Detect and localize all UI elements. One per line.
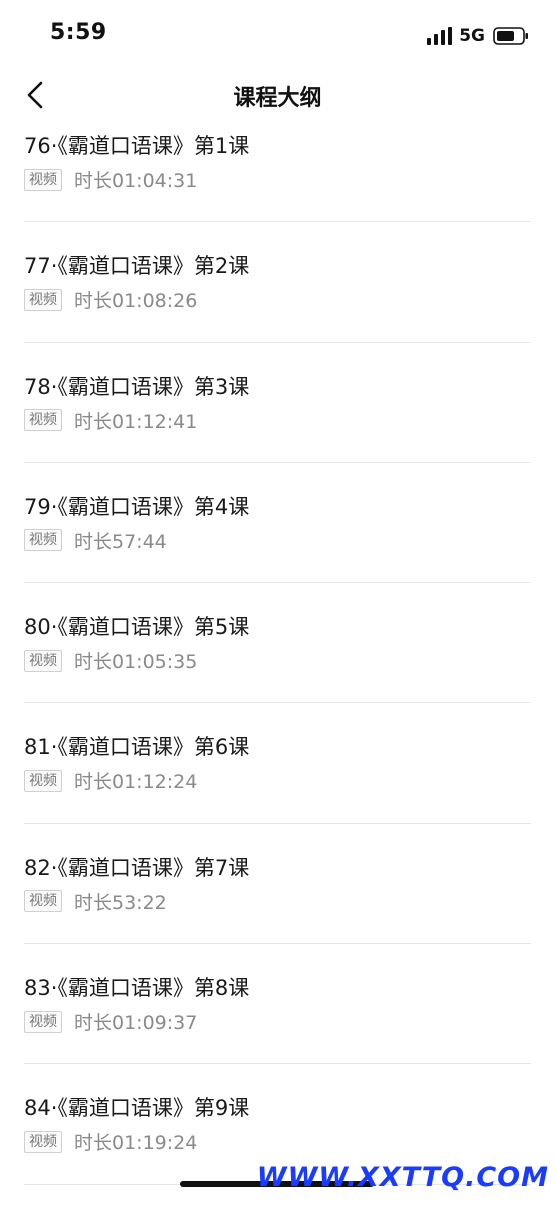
- lesson-duration: 时长01:12:24: [74, 771, 198, 794]
- lesson-duration: 时长01:05:35: [74, 651, 198, 674]
- video-type-badge: 视频: [24, 649, 62, 672]
- lesson-title: 81·《霸道口语课》第6课: [24, 735, 250, 760]
- network-label: 5G: [459, 26, 485, 46]
- lesson-duration: 时长53:22: [74, 891, 167, 914]
- lesson-list: 76·《霸道口语课》第1课 视频 时长01:04:31 77·《霸道口语课》第2…: [0, 128, 555, 1211]
- divider: [24, 582, 531, 584]
- lesson-item[interactable]: 83·《霸道口语课》第8课 视频 时长01:09:37: [0, 970, 555, 1090]
- watermark: WWW.XXTTQ.COM: [256, 1162, 549, 1193]
- lesson-title: 84·《霸道口语课》第9课: [24, 1096, 250, 1121]
- lesson-item[interactable]: 76·《霸道口语课》第1课 视频 时长01:04:31: [0, 128, 555, 248]
- video-type-badge: 视频: [24, 409, 62, 432]
- lesson-meta: 视频 时长01:09:37: [24, 1008, 197, 1035]
- nav-bar: 课程大纲: [0, 66, 555, 124]
- status-time: 5:59: [50, 20, 107, 45]
- lesson-duration: 时长01:12:41: [74, 410, 198, 433]
- lesson-meta: 视频 时长53:22: [24, 888, 167, 915]
- lesson-item[interactable]: 80·《霸道口语课》第5课 视频 时长01:05:35: [0, 609, 555, 729]
- lesson-meta: 视频 时长01:12:24: [24, 767, 197, 794]
- battery-icon: [493, 27, 528, 45]
- video-type-badge: 视频: [24, 1010, 62, 1033]
- video-type-badge: 视频: [24, 288, 62, 311]
- status-bar: 5:59 5G: [0, 0, 555, 66]
- lesson-title: 83·《霸道口语课》第8课: [24, 976, 250, 1001]
- lesson-meta: 视频 时长57:44: [24, 527, 167, 554]
- lesson-duration: 时长01:04:31: [74, 170, 198, 192]
- lesson-title: 77·《霸道口语课》第2课: [24, 254, 250, 279]
- video-type-badge: 视频: [24, 1130, 62, 1153]
- lesson-title: 80·《霸道口语课》第5课: [24, 615, 250, 640]
- lesson-title: 79·《霸道口语课》第4课: [24, 494, 250, 519]
- lesson-duration: 时长01:09:37: [74, 1012, 198, 1035]
- page-title: 课程大纲: [233, 86, 322, 111]
- lesson-item[interactable]: 82·《霸道口语课》第7课 视频 时长53:22: [0, 850, 555, 970]
- divider: [24, 461, 531, 463]
- lesson-title: 76·《霸道口语课》第1课: [24, 134, 250, 158]
- lesson-item[interactable]: 81·《霸道口语课》第6课 视频 时长01:12:24: [0, 729, 555, 849]
- video-type-badge: 视频: [24, 168, 62, 191]
- lesson-meta: 视频 时长01:19:24: [24, 1128, 197, 1155]
- lesson-meta: 视频 时长01:05:35: [24, 647, 197, 674]
- lesson-duration: 时长01:08:26: [74, 290, 198, 313]
- signal-bars-icon: [427, 27, 453, 45]
- lesson-duration: 时长01:19:24: [74, 1132, 198, 1155]
- status-indicators: 5G: [427, 24, 529, 48]
- lesson-item[interactable]: 79·《霸道口语课》第4课 视频 时长57:44: [0, 489, 555, 609]
- video-type-badge: 视频: [24, 529, 62, 552]
- lesson-title: 78·《霸道口语课》第3课: [24, 374, 250, 399]
- divider: [24, 221, 531, 223]
- divider: [24, 341, 531, 343]
- video-type-badge: 视频: [24, 769, 62, 792]
- divider: [24, 822, 531, 824]
- video-type-badge: 视频: [24, 890, 62, 913]
- divider: [24, 1063, 531, 1065]
- lesson-meta: 视频 时长01:04:31: [24, 166, 197, 193]
- lesson-item[interactable]: 78·《霸道口语课》第3课 视频 时长01:12:41: [0, 369, 555, 489]
- lesson-duration: 时长57:44: [74, 530, 167, 553]
- lesson-title: 82·《霸道口语课》第7课: [24, 855, 250, 880]
- divider: [24, 702, 531, 704]
- divider: [24, 943, 531, 945]
- lesson-item[interactable]: 77·《霸道口语课》第2课 视频 时长01:08:26: [0, 248, 555, 368]
- lesson-meta: 视频 时长01:08:26: [24, 286, 197, 313]
- lesson-meta: 视频 时长01:12:41: [24, 407, 197, 434]
